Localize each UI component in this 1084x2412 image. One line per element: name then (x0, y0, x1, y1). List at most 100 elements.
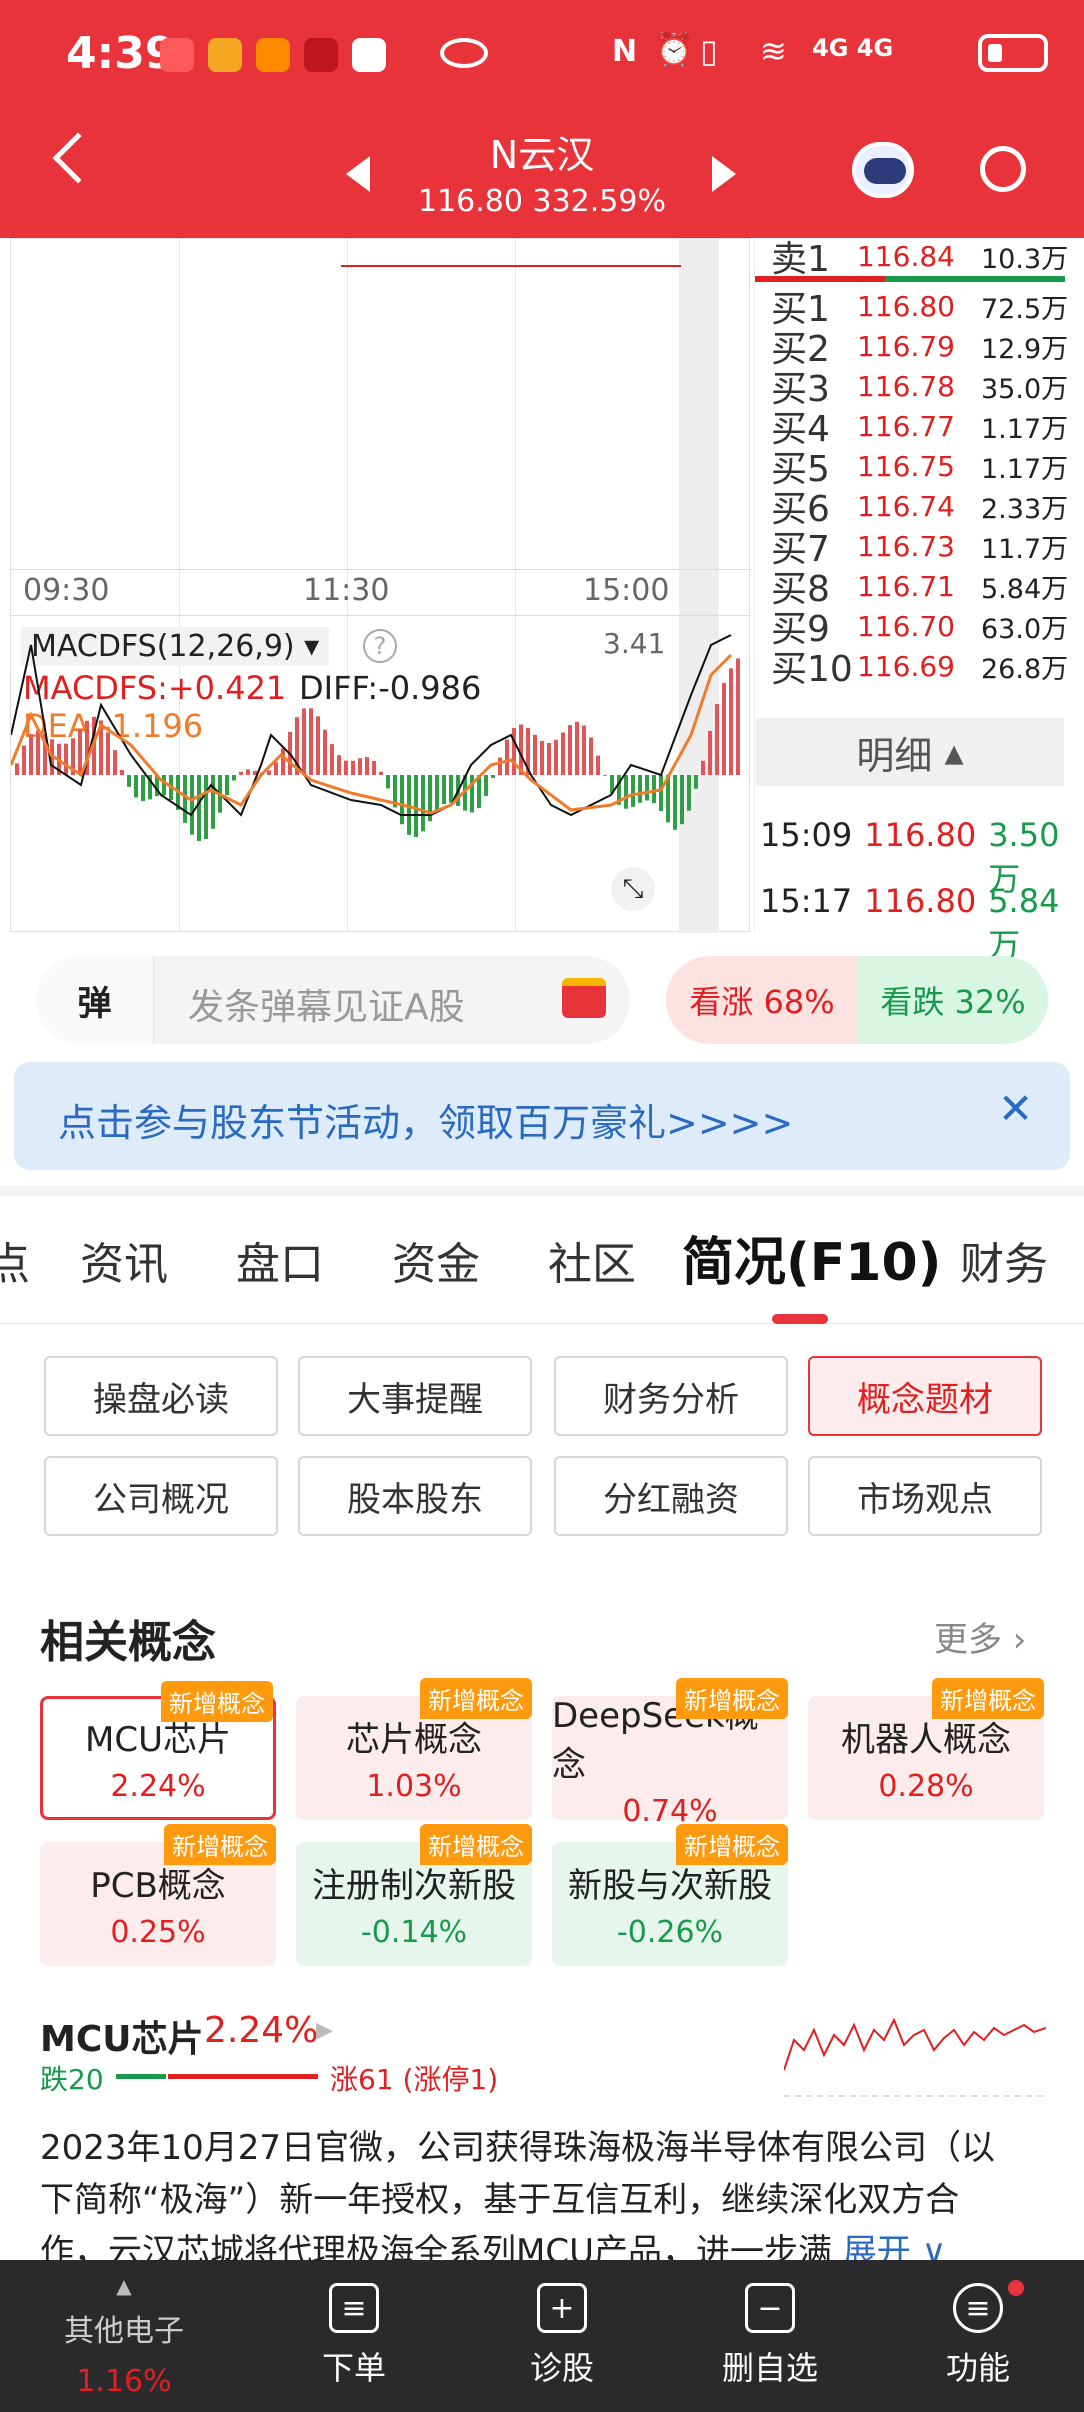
section-tabs: 点 资讯 盘口 资金 社区 简况(F10) 财务 (0, 1190, 1084, 1324)
mcu-description: 2023年10月27日官微，公司获得珠海极海半导体有限公司（以 下简称“极海”）… (40, 2128, 996, 2272)
macd-bar (64, 743, 68, 775)
price-line (341, 265, 681, 267)
f10-button[interactable]: 公司概况 (44, 1456, 278, 1536)
danmu-input[interactable]: 弹 发条弹幕见证A股 (36, 956, 630, 1044)
detail-tab[interactable]: 明细 ▴ (756, 718, 1064, 786)
macd-bar (344, 760, 348, 775)
f10-button[interactable]: 操盘必读 (44, 1356, 278, 1436)
macd-bar (722, 682, 726, 775)
remove-watchlist-button[interactable]: − 删自选 (662, 2260, 878, 2412)
tab-partial[interactable]: 点 (0, 1228, 30, 1292)
mcu-down-count: 跌20 (40, 2063, 104, 2096)
concepts-more-link[interactable]: 更多 › (934, 1612, 1026, 1661)
danmu-badge[interactable]: 弹 (36, 956, 154, 1044)
macd-bar (232, 775, 236, 781)
menu-icon: ≡ (953, 2283, 1003, 2333)
concept-card[interactable]: 新增概念 MCU芯片 2.24% (40, 1681, 276, 1820)
remove-watchlist-icon: − (745, 2283, 795, 2333)
tab-orderbook[interactable]: 盘口 (236, 1228, 324, 1292)
new-concept-badge: 新增概念 (676, 1678, 788, 1719)
diagnose-icon: + (537, 2283, 587, 2333)
macd-bar (162, 775, 166, 796)
macd-bar (316, 716, 320, 775)
gift-icon[interactable] (562, 978, 606, 1018)
concept-card[interactable]: 新增概念 注册制次新股 -0.14% (296, 1824, 532, 1966)
macd-bar (554, 739, 558, 775)
expand-chart-icon[interactable]: ⤡ (611, 867, 655, 911)
macd-bar (239, 771, 243, 775)
time-label-noon: 11:30 (303, 573, 390, 608)
stock-title: N云汉 (489, 133, 595, 177)
weibo-icon (208, 38, 242, 72)
new-concept-badge: 新增概念 (676, 1824, 788, 1865)
concept-card[interactable]: 新增概念 DeepSeek概念 0.74% (552, 1678, 788, 1829)
banner-text: 点击参与股东节活动，领取百万豪礼>>>> (58, 1101, 794, 1145)
macd-bar (505, 739, 509, 775)
vote-bull-button[interactable]: 看涨 68% (666, 956, 858, 1044)
macd-bar (729, 668, 733, 775)
f10-button-selected[interactable]: 概念题材 (808, 1356, 1042, 1436)
macd-bar (491, 775, 495, 778)
f10-button[interactable]: 大事提醒 (298, 1356, 532, 1436)
promo-banner[interactable]: 点击参与股东节活动，领取百万豪礼>>>> ✕ (14, 1062, 1070, 1170)
macd-bar (372, 761, 376, 775)
robot-assistant-icon[interactable] (852, 142, 914, 198)
macd-bar (624, 775, 628, 809)
sell-row: 卖1 116.84 10.3万 (771, 239, 1069, 280)
macd-bar (197, 775, 201, 841)
macd-bar (701, 760, 705, 775)
f10-button[interactable]: 财务分析 (554, 1356, 788, 1436)
play-icon[interactable]: ▶ (316, 2018, 333, 2043)
tab-f10[interactable]: 简况(F10) (682, 1220, 941, 1295)
macd-bar (673, 775, 677, 830)
macd-bar (183, 775, 187, 823)
app-root: 4:39 N ⏰ ▯ ≋ 4G 4G N云汉 116.80 332.59% 09… (0, 0, 1084, 2412)
tab-funds[interactable]: 资金 (392, 1228, 480, 1292)
concept-card[interactable]: 新增概念 PCB概念 0.25% (40, 1824, 276, 1966)
f10-button[interactable]: 分红融资 (554, 1456, 788, 1536)
f10-button[interactable]: 股本股东 (298, 1456, 532, 1536)
macd-bar (78, 729, 82, 775)
sector-button[interactable]: ▲ 其他电子 1.16% (16, 2260, 232, 2412)
macd-bar (596, 755, 600, 775)
macd-bar (29, 734, 33, 775)
macd-bar (512, 728, 516, 775)
macd-bar (547, 743, 551, 775)
vote-bear-button[interactable]: 看跌 32% (858, 956, 1048, 1044)
macd-bar (204, 775, 208, 840)
macd-bar (309, 708, 313, 775)
mcu-title[interactable]: MCU芯片 (40, 2010, 203, 2062)
macd-bar (337, 755, 341, 775)
macd-bar (442, 775, 446, 805)
concepts-title: 相关概念 (40, 1617, 216, 1668)
tab-finance[interactable]: 财务 (960, 1228, 1048, 1292)
nfc-icon: N (612, 34, 638, 69)
tab-community[interactable]: 社区 (548, 1228, 636, 1292)
macd-bar (631, 775, 635, 807)
vibrate-icon: ▯ (700, 32, 718, 70)
macd-bar (638, 775, 642, 803)
next-stock-icon[interactable] (712, 156, 736, 192)
diagnose-button[interactable]: + 诊股 (454, 2260, 670, 2412)
macd-bar (211, 775, 215, 829)
intraday-chart[interactable]: 09:30 11:30 15:00 MACDFS(12,26,9) ▾ ? 3.… (10, 238, 751, 933)
order-button[interactable]: ≡ 下单 (246, 2260, 462, 2412)
macd-bar (400, 775, 404, 825)
close-icon[interactable]: ✕ (998, 1084, 1033, 1133)
concept-card[interactable]: 新增概念 新股与次新股 -0.26% (552, 1824, 788, 1966)
search-icon[interactable] (980, 146, 1026, 192)
f10-button[interactable]: 市场观点 (808, 1456, 1042, 1536)
macd-bar (351, 760, 355, 775)
new-concept-badge: 新增概念 (164, 1824, 276, 1865)
tab-news[interactable]: 资讯 (80, 1228, 168, 1292)
macd-bar (22, 745, 26, 775)
mcu-up-count: 涨61 (涨停1) (330, 2063, 499, 2096)
concept-card[interactable]: 新增概念 芯片概念 1.03% (296, 1678, 532, 1820)
macd-bar (533, 734, 537, 775)
concept-card[interactable]: 新增概念 机器人概念 0.28% (808, 1678, 1044, 1820)
macd-bar (736, 658, 740, 775)
macd-bar (645, 775, 649, 801)
macd-bar (694, 775, 698, 789)
functions-button[interactable]: ≡ 功能 (870, 2260, 1084, 2412)
macd-bar (652, 775, 656, 804)
